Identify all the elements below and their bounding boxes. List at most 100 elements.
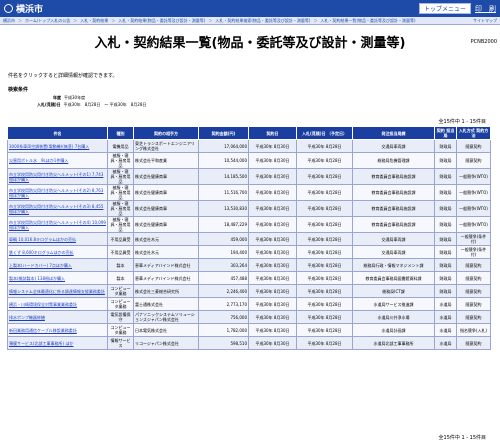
col-header-bid-date: 入札(見積)日 （予定日） xyxy=(296,126,353,140)
row-bureau: 水道局 xyxy=(434,297,457,311)
table-row: 3000系車両空調装置(電動機)(無茎) 7台購入 電機用品 東芝トランスポートエン… xyxy=(7,139,491,153)
row-contractor: 株式会社三菱総合研究所 xyxy=(133,284,199,298)
row-name-link[interactable]: 市立学校用防災用付き防災ヘルメット(その3) 8,455個ほか購入 xyxy=(7,200,108,217)
breadcrumb-item[interactable]: 入札・契約結果(物品・委託等及び設計・測量等) xyxy=(118,18,205,24)
table-row: 車輌 10,016.8キログラムほかの売払 不用品買受 株式会社木元 459,000 平… xyxy=(7,232,491,246)
table-row: 新田業務用通信ケーブル移設業務委託 コンピュータ業務 日本電気株式会社 1,782,0… xyxy=(7,323,491,337)
row-type: 被服・寝具・厨房用品 xyxy=(107,168,134,185)
row-type: 被服・寝具・厨房用品 xyxy=(107,184,134,201)
print-link[interactable]: 印 刷 xyxy=(475,4,496,14)
row-name-link[interactable]: 市立学校用防災用付き防災ヘルメット(その1) 7,743個ほか購入 xyxy=(7,168,108,185)
row-name-link[interactable]: 災害用ボトル水 9Lほか1件購入 xyxy=(7,152,108,169)
row-name-link[interactable]: 鉄くず 8,600キログラムほかの売払 xyxy=(7,245,108,259)
table-header-row: 件名 種別 契約の相手方 契約金額(円) 契約日 入札(見積)日 （予定日） 発… xyxy=(7,126,491,140)
row-bid-date: 平成30年 8月28日 xyxy=(296,310,353,324)
row-department: 交通局車両課 xyxy=(352,232,435,246)
row-amount: 194,400 xyxy=(198,245,249,259)
condition-date-label: 入札(見積)日 xyxy=(37,102,61,107)
row-contract-date: 平成30年 8月30日 xyxy=(248,200,297,217)
row-contract-date: 平成30年 8月30日 xyxy=(248,232,297,246)
col-header-bureau: 契約 担当局 xyxy=(434,126,457,140)
row-name-link[interactable]: 横浜・川崎環境保全対策事業業務委託 xyxy=(7,297,108,311)
row-bureau: 財政局 xyxy=(434,271,457,285)
row-type: コンピュータ業務 xyxy=(107,297,134,311)
row-method: 随意契約 xyxy=(456,310,491,324)
row-amount: 457,488 xyxy=(198,271,249,285)
row-department: 教育委員会事務局図書館資料課 xyxy=(352,271,435,285)
breadcrumb-item[interactable]: 入札・契約結果検索(物品・委託等及び設計・測量等) xyxy=(215,18,310,24)
row-name-link[interactable]: 排水ポンプ機器修繕 xyxy=(7,310,108,324)
row-department: 総務局ICT課 xyxy=(352,284,435,298)
row-amount: 11,516,700 xyxy=(198,184,249,201)
row-type: 電気設備保守 xyxy=(107,310,134,324)
breadcrumb-item[interactable]: ホーム/トップ入札の公告 xyxy=(25,18,70,24)
breadcrumb-item[interactable]: 入札・契約結果 xyxy=(80,18,108,24)
row-department: 水道局計画課 xyxy=(352,323,435,337)
condition-date-value: 平成30年 8月28日 ～ 平成30年 8月28日 xyxy=(63,102,147,107)
row-method: 一般競争(条件付) xyxy=(456,245,491,259)
row-bureau: 財政局 xyxy=(434,284,457,298)
table-row: 横浜・川崎環境保全対策事業業務委託 コンピュータ業務 富士通株式会社 2,773,17… xyxy=(7,297,491,311)
row-amount: 10,544,000 xyxy=(198,152,249,169)
row-bid-date: 平成30年 8月28日 xyxy=(296,245,353,259)
row-contractor: 株式会社木元 xyxy=(133,245,199,259)
col-header-name[interactable]: 件名 xyxy=(7,126,108,140)
city-logo[interactable]: 横浜市 xyxy=(4,2,43,15)
row-bid-date: 平成30年 8月28日 xyxy=(296,336,353,350)
hint-text: 件名をクリックすると詳細情報が確認できます。 xyxy=(8,73,118,79)
row-contract-date: 平成30年 8月30日 xyxy=(248,245,297,259)
row-name-link[interactable]: 市立学校用防災用付き防災ヘルメット(その2) 8,763個ほか購入 xyxy=(7,184,108,201)
table-row: 災害用ボトル水 9Lほか1件購入 被服・寝具・厨房用品 株式会社平和産業 10,544… xyxy=(7,152,491,169)
row-amount: 598,510 xyxy=(198,336,249,350)
top-menu-button[interactable]: トップメニュー xyxy=(418,3,471,14)
page-id: PCNB2000 xyxy=(470,39,497,45)
row-name-link[interactable]: 薄膜サービス(北部工事事務所) ほか xyxy=(7,336,108,350)
row-contract-date: 平成30年 8月30日 xyxy=(248,284,297,298)
row-contract-date: 平成30年 8月30日 xyxy=(248,336,297,350)
row-contract-date: 平成30年 8月30日 xyxy=(248,323,297,337)
row-method: 随意契約 xyxy=(456,297,491,311)
row-contractor: 株式会社健康商事 xyxy=(133,184,199,201)
row-bid-date: 平成30年 8月28日 xyxy=(296,323,353,337)
col-header-method: 入札方式 契約方法 xyxy=(456,126,491,140)
breadcrumb-item[interactable]: 横浜市 xyxy=(3,18,15,24)
results-table: 件名 種別 契約の相手方 契約金額(円) 契約日 入札(見積)日 （予定日） 発… xyxy=(7,126,491,350)
table-row: 薄膜サービス(北部工事事務所) ほか 情報サービス リコージャパン株式会社 598,5… xyxy=(7,336,491,350)
col-header-amount: 契約金額(円) xyxy=(198,126,249,140)
col-header-contractor: 契約の相手方 xyxy=(133,126,199,140)
row-name-link[interactable]: 車輌 10,016.8キログラムほかの売払 xyxy=(7,232,108,246)
row-bureau: 財政局 xyxy=(434,168,457,185)
row-contract-date: 平成30年 8月30日 xyxy=(248,216,297,233)
sitemap-link[interactable]: サイトマップ xyxy=(473,18,497,24)
row-name-link[interactable]: 3000系車両空調装置(電動機)(無茎) 7台購入 xyxy=(7,139,108,153)
row-name-link[interactable]: 上製本(ハードカバー) 7点ほか購入 xyxy=(7,258,108,272)
row-department: 総務局危機管理課 xyxy=(352,152,435,169)
search-conditions-heading: 検索条件 xyxy=(8,87,29,93)
row-name-link[interactable]: 情報システム全体最適化に係る調達情報支援業務委託 xyxy=(7,284,108,298)
row-contractor: 株式会社木元 xyxy=(133,232,199,246)
city-emblem-icon xyxy=(4,4,13,13)
row-bid-date: 平成30年 8月28日 xyxy=(296,297,353,311)
table-row: 市立学校用防災用付き防災ヘルメット(その2) 8,763個ほか購入 被服・寝具・厨… xyxy=(7,184,491,201)
table-row: 市立学校用防災用付き防災ヘルメット(その4) 10,099個ほか購入 被服・寝具・… xyxy=(7,216,491,233)
row-name-link[interactable]: 新田業務用通信ケーブル移設業務委託 xyxy=(7,323,108,337)
result-count-bottom: 全15件中 1 - 15件目 xyxy=(438,435,486,441)
row-amount: 17,064,000 xyxy=(198,139,249,153)
row-department: 総務局行政・情報マネジメント課 xyxy=(352,258,435,272)
row-department: 教育委員会事務局施設課 xyxy=(352,184,435,201)
row-contractor: 日本電気株式会社 xyxy=(133,323,199,337)
condition-date: 入札(見積)日 平成30年 8月28日 ～ 平成30年 8月28日 xyxy=(37,102,146,108)
row-contract-date: 平成30年 8月30日 xyxy=(248,271,297,285)
row-amount: 2,773,170 xyxy=(198,297,249,311)
row-contractor: 株式会社平和産業 xyxy=(133,152,199,169)
row-name-link[interactable]: 製本(雑誌製本) 138冊ほか購入 xyxy=(7,271,108,285)
row-name-link[interactable]: 市立学校用防災用付き防災ヘルメット(その4) 10,099個ほか購入 xyxy=(7,216,108,233)
condition-year-label: 年度 xyxy=(53,95,61,100)
row-contract-date: 平成30年 8月30日 xyxy=(248,297,297,311)
row-bureau: 財政局 xyxy=(434,200,457,217)
row-method: 随意契約 xyxy=(456,284,491,298)
row-department: 交通局車両課 xyxy=(352,139,435,153)
row-amount: 13,530,830 xyxy=(198,200,249,217)
row-method: 随意契約 xyxy=(456,271,491,285)
row-contractor: 恵華メディアバインド株式会社 xyxy=(133,258,199,272)
